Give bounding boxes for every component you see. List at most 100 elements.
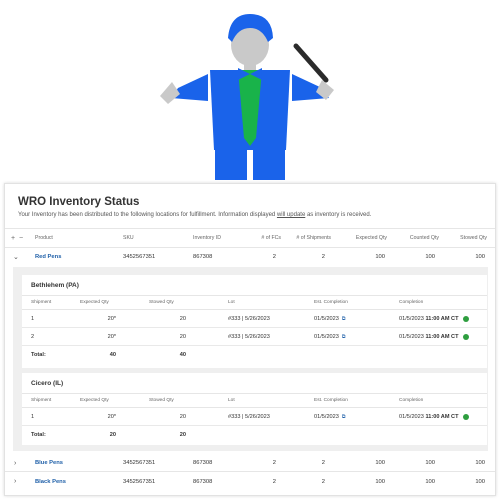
shipments-count: 2 [321,253,325,260]
shipment-number: 2 [31,333,35,340]
location-panel-cicero: Cicero (IL) Shipment Expected Qty Stowed… [22,373,487,445]
status-complete-icon [462,333,469,340]
shipment-row: 1 20* 20 #333 | 5/26/2023 01/5/2023 ⧉ 01/… [22,310,487,328]
total-label: Total: [31,432,46,438]
location-panel-bethlehem: Bethlehem (PA) Shipment Expected Qty Sto… [22,275,487,368]
col-fcs[interactable]: # of FCs [245,229,281,247]
product-name[interactable]: Blue Pens [35,455,63,471]
col-completion: Completion [399,398,424,403]
est-date: 01/5/2023 [314,333,339,340]
wro-inventory-card: WRO Inventory Status Your Inventory has … [4,183,496,496]
inventory-id: 867308 [193,478,213,485]
subtitle-text: Your Inventory has been distributed to t… [18,212,277,218]
col-counted-qty[interactable]: Counted Qty [397,229,439,247]
product-name[interactable]: Black Pens [35,473,66,490]
total-label: Total: [31,352,46,358]
conductor-figure [160,14,334,180]
est-date: 01/5/2023 [314,315,339,322]
counted-qty: 100 [425,460,435,466]
expanded-details: Bethlehem (PA) Shipment Expected Qty Sto… [13,267,488,451]
table-row[interactable]: › Blue Pens 3452567351 867308 2 2 100 10… [5,455,495,472]
table-header: + − Product SKU Inventory ID # of FCs # … [5,228,495,248]
est-completion: 01/5/2023 ⧉ [314,328,345,345]
total-expected: 20 [109,432,116,438]
external-link-icon[interactable]: ⧉ [342,316,346,322]
shipment-row: 1 20* 20 #333 | 5/26/2023 01/5/2023 ⧉ 01/… [22,408,487,426]
expected-qty: 100 [375,253,385,260]
lot: #333 | 5/26/2023 [228,413,270,420]
chevron-right-icon[interactable]: › [14,473,16,490]
lot: #333 | 5/26/2023 [228,315,270,322]
table-row[interactable]: › Black Pens 3452567351 867308 2 2 100 1… [5,473,495,490]
col-lot: Lot [228,300,235,305]
expected-qty: 20* [107,333,116,340]
location-table-header: Shipment Expected Qty Stowed Qty Lot Est… [22,393,487,408]
expected-qty: 20* [107,413,116,420]
col-sku[interactable]: SKU [123,229,134,247]
will-update-link[interactable]: will update [277,212,305,218]
col-product[interactable]: Product [35,229,53,247]
col-stowed-qty: Stowed Qty [149,300,174,305]
table-row[interactable]: ⌄ Red Pens 3452567351 867308 2 2 100 100… [5,248,495,265]
total-stowed: 40 [179,352,186,358]
shipment-row: 2 20* 20 #333 | 5/26/2023 01/5/2023 ⧉ 01/… [22,328,487,346]
col-shipment: Shipment [31,398,52,403]
sku: 3452567351 [123,460,156,466]
col-stowed-qty: Stowed Qty [149,398,174,403]
counted-qty: 100 [425,253,435,260]
fcs-count: 2 [272,460,276,466]
completion-time: 11:00 AM CT [425,413,459,420]
col-shipment: Shipment [31,300,52,305]
inventory-id: 867308 [193,460,213,466]
inventory-id: 867308 [193,253,213,260]
col-est-completion: Est. Completion [314,398,348,403]
subtitle-text-end: as inventory is received. [305,212,372,218]
total-expected: 40 [109,352,116,358]
shipments-count: 2 [321,478,325,485]
col-shipments[interactable]: # of Shipments [285,229,331,247]
completion: 01/5/2023 11:00 AM CT [399,328,469,345]
stowed-qty: 100 [475,478,485,485]
shipment-number: 1 [31,413,35,420]
expected-qty: 20* [107,315,116,322]
location-table-header: Shipment Expected Qty Stowed Qty Lot Est… [22,295,487,310]
col-inventory-id[interactable]: Inventory ID [193,229,221,247]
col-lot: Lot [228,398,235,403]
fcs-count: 2 [272,478,276,485]
col-expected-qty: Expected Qty [80,300,109,305]
card-subtitle: Your Inventory has been distributed to t… [18,212,371,218]
est-completion: 01/5/2023 ⧉ [314,310,345,327]
expected-qty: 100 [375,478,385,485]
stowed-qty: 100 [475,253,485,260]
status-complete-icon [462,315,469,322]
fcs-count: 2 [272,253,276,260]
sku: 3452567351 [123,478,156,485]
total-row: Total: 20 20 [22,426,487,444]
stowed-qty: 100 [475,460,485,466]
completion: 01/5/2023 11:00 AM CT [399,408,469,425]
product-name[interactable]: Red Pens [35,248,61,265]
external-link-icon[interactable]: ⧉ [342,414,346,420]
completion-date: 01/5/2023 [399,315,424,322]
col-stowed-qty[interactable]: Stowed Qty [447,229,487,247]
conductor-illustration [160,14,334,180]
chevron-down-icon[interactable]: ⌄ [13,248,19,265]
sku: 3452567351 [123,253,156,260]
shipments-count: 2 [321,460,325,466]
est-completion: 01/5/2023 ⧉ [314,408,345,425]
stowed-qty: 20 [179,413,186,420]
chevron-right-icon[interactable]: › [14,455,16,471]
completion: 01/5/2023 11:00 AM CT [399,310,469,327]
est-date: 01/5/2023 [314,413,339,420]
completion-time: 11:00 AM CT [425,315,459,322]
completion-date: 01/5/2023 [399,413,424,420]
collapse-all-button[interactable]: − [19,229,23,247]
expand-all-button[interactable]: + [11,229,15,247]
counted-qty: 100 [425,478,435,485]
external-link-icon[interactable]: ⧉ [342,334,346,340]
expected-qty: 100 [375,460,385,466]
total-stowed: 20 [179,432,186,438]
location-name: Bethlehem (PA) [31,282,79,289]
stowed-qty: 20 [179,333,186,340]
col-expected-qty[interactable]: Expected Qty [345,229,387,247]
